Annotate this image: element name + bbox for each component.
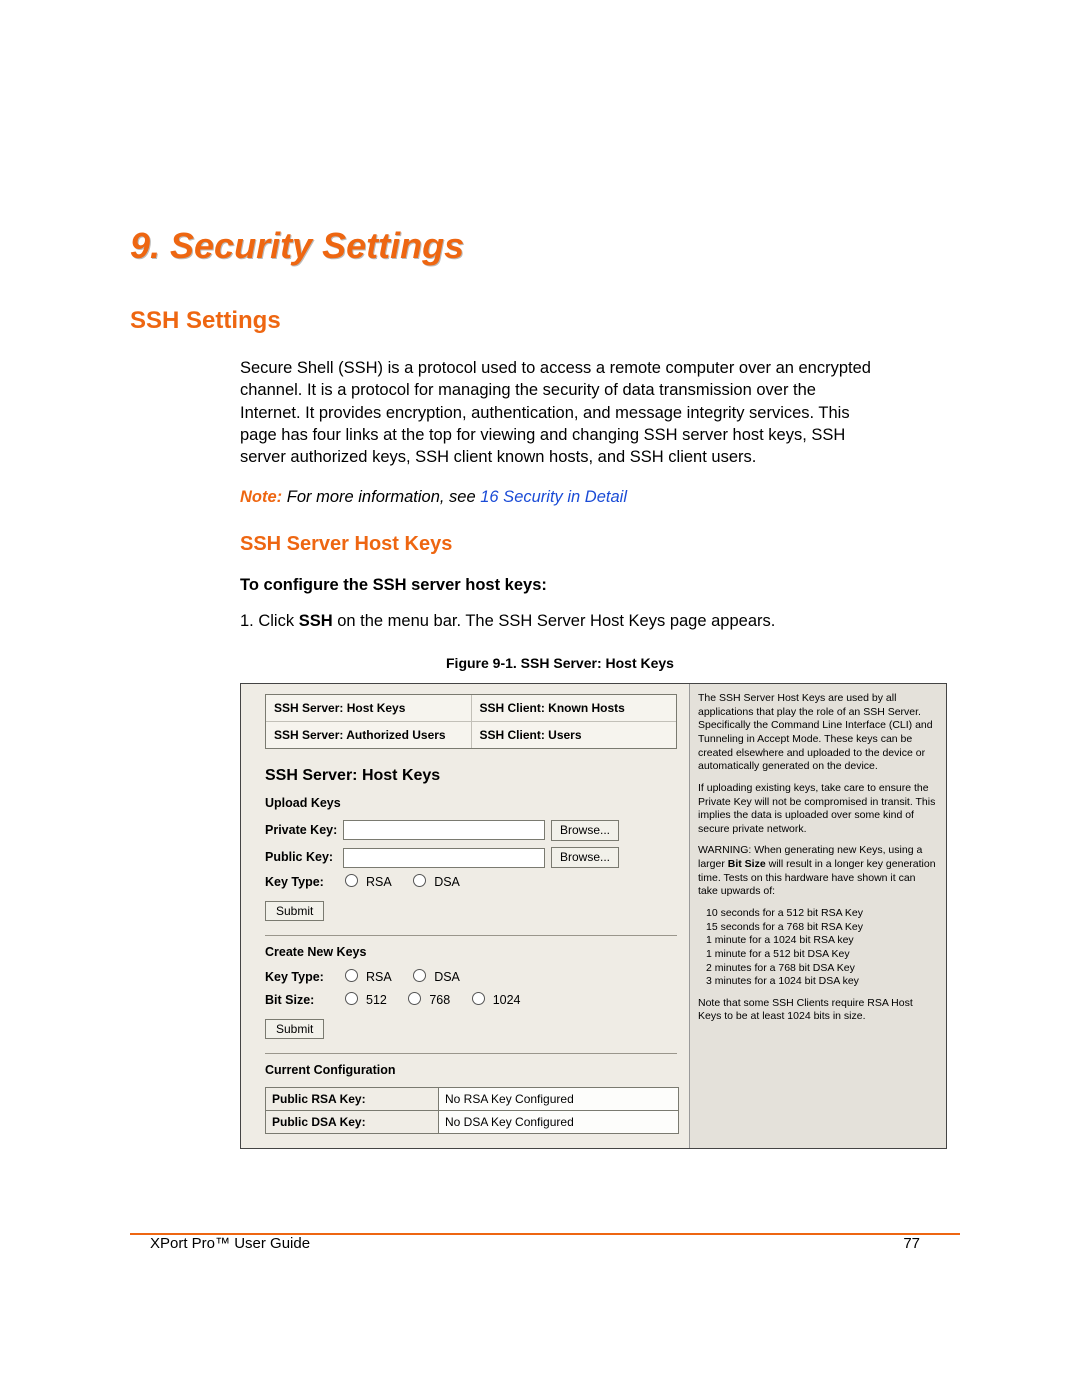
separator-2 [265,1053,677,1054]
label-private-key: Private Key: [265,822,343,839]
subsection-ssh-server-host-keys: SSH Server Host Keys [240,531,880,558]
row-create-key-type: Key Type: RSA DSA [265,969,677,986]
radio-1024[interactable] [472,992,485,1005]
cfg-label-dsa: Public DSA Key: [266,1111,439,1133]
label-public-key: Public Key: [265,849,343,866]
timing-6: 3 minutes for a 1024 bit DSA key [706,975,938,989]
timing-1: 10 seconds for a 512 bit RSA Key [706,907,938,921]
footer-title: XPort Pro™ User Guide [150,1235,310,1252]
intro-paragraph: Secure Shell (SSH) is a protocol used to… [240,357,880,468]
figure-caption: Figure 9-1. SSH Server: Host Keys [240,654,880,673]
radio-label-dsa: DSA [434,875,460,889]
side-p3: WARNING: When generating new Keys, using… [698,844,938,899]
radio-label-1024: 1024 [493,993,521,1007]
timing-2: 15 seconds for a 768 bit RSA Key [706,921,938,935]
radio-768[interactable] [408,992,421,1005]
side-p2: If uploading existing keys, take care to… [698,782,938,837]
timing-3: 1 minute for a 1024 bit RSA key [706,934,938,948]
browse-private-key-button[interactable]: Browse... [551,820,619,841]
figure-ssh-host-keys: SSH Server: Host Keys SSH Client: Known … [240,683,947,1149]
row-private-key: Private Key: Browse... [265,820,677,841]
row-public-key: Public Key: Browse... [265,847,677,868]
create-keys-heading: Create New Keys [265,944,677,961]
tab-ssh-client-users[interactable]: SSH Client: Users [472,722,677,748]
browse-public-key-button[interactable]: Browse... [551,847,619,868]
configure-intro: To configure the SSH server host keys: [240,574,880,596]
panel-title: SSH Server: Host Keys [265,765,677,787]
radio-upload-rsa[interactable] [345,874,358,887]
radiogroup-upload-key-type: RSA DSA [343,874,476,891]
note-text: For more information, see [282,488,480,506]
page: 9. Security Settings SSH Settings Secure… [0,0,1080,1397]
upload-keys-heading: Upload Keys [265,795,677,812]
radio-label-768: 768 [429,993,450,1007]
tab-ssh-server-host-keys[interactable]: SSH Server: Host Keys [266,695,472,721]
input-private-key[interactable] [343,820,545,840]
radio-create-dsa[interactable] [413,969,426,982]
section-ssh-settings: SSH Settings [130,307,950,335]
note: Note: For more information, see 16 Secur… [240,486,880,508]
input-public-key[interactable] [343,848,545,868]
cfg-value-rsa: No RSA Key Configured [439,1088,678,1110]
tab-ssh-server-authorized-users[interactable]: SSH Server: Authorized Users [266,722,472,748]
side-p3-bold: Bit Size [728,858,766,870]
body: Secure Shell (SSH) is a protocol used to… [240,357,880,1149]
side-p1: The SSH Server Host Keys are used by all… [698,692,938,774]
row-upload-key-type: Key Type: RSA DSA [265,874,677,891]
page-number: 77 [903,1235,920,1252]
side-timing-list: 10 seconds for a 512 bit RSA Key 15 seco… [706,907,938,989]
current-config-heading: Current Configuration [265,1062,677,1079]
label-key-type: Key Type: [265,874,343,891]
timing-4: 1 minute for a 512 bit DSA Key [706,948,938,962]
step-1: 1. Click SSH on the menu bar. The SSH Se… [240,610,880,632]
radio-create-rsa[interactable] [345,969,358,982]
radio-label-rsa: RSA [366,875,392,889]
note-label: Note: [240,488,282,506]
step-1-prefix: 1. Click [240,612,299,630]
step-1-suffix: on the menu bar. The SSH Server Host Key… [333,612,776,630]
radio-label-create-rsa: RSA [366,970,392,984]
footer: XPort Pro™ User Guide 77 [150,1235,920,1252]
submit-create-button[interactable]: Submit [265,1019,324,1039]
note-link[interactable]: 16 Security in Detail [480,488,627,506]
submit-upload-button[interactable]: Submit [265,901,324,921]
figure-side-help: The SSH Server Host Keys are used by all… [689,684,946,1148]
current-config-table: Public RSA Key: No RSA Key Configured Pu… [265,1087,679,1134]
separator [265,935,677,936]
label-bit-size: Bit Size: [265,992,343,1009]
cfg-row-dsa: Public DSA Key: No DSA Key Configured [266,1110,678,1133]
step-1-bold: SSH [299,612,333,630]
tab-ssh-client-known-hosts[interactable]: SSH Client: Known Hosts [472,695,677,721]
radiogroup-create-key-type: RSA DSA [343,969,476,986]
cfg-value-dsa: No DSA Key Configured [439,1111,678,1133]
tab-bar: SSH Server: Host Keys SSH Client: Known … [265,694,677,749]
cfg-label-rsa: Public RSA Key: [266,1088,439,1110]
figure-main-panel: SSH Server: Host Keys SSH Client: Known … [241,684,689,1148]
cfg-row-rsa: Public RSA Key: No RSA Key Configured [266,1088,678,1110]
row-bit-size: Bit Size: 512 768 1024 [265,992,677,1009]
side-p4: Note that some SSH Clients require RSA H… [698,997,938,1024]
chapter-title: 9. Security Settings [130,225,950,267]
radio-512[interactable] [345,992,358,1005]
radiogroup-bit-size: 512 768 1024 [343,992,537,1009]
radio-label-create-dsa: DSA [434,970,460,984]
radio-label-512: 512 [366,993,387,1007]
radio-upload-dsa[interactable] [413,874,426,887]
timing-5: 2 minutes for a 768 bit DSA Key [706,962,938,976]
label-create-key-type: Key Type: [265,969,343,986]
